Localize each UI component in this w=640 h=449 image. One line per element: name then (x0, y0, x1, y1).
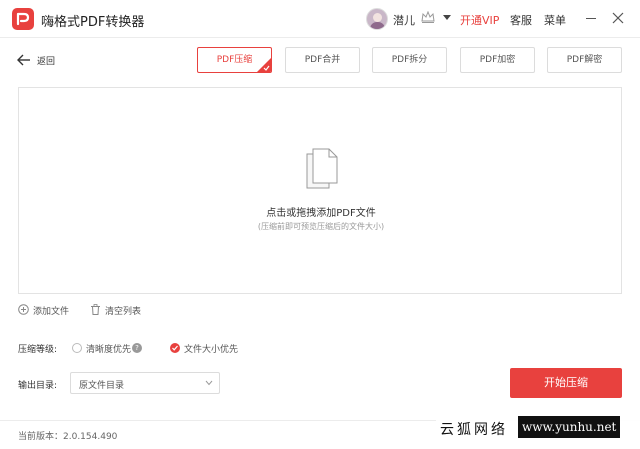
tab-pdf-merge[interactable]: PDF合并 (285, 47, 360, 73)
app-logo-icon (12, 8, 34, 30)
back-label: 返回 (37, 57, 56, 67)
drop-zone-subtitle: (压缩前即可预览压缩后的文件大小) (257, 222, 385, 231)
file-icon (306, 148, 338, 189)
clear-list-button[interactable]: 清空列表 (90, 303, 150, 317)
tab-pdf-decrypt[interactable]: PDF解密 (547, 47, 622, 73)
check-icon (263, 65, 270, 71)
tab-label: PDF压缩 (216, 55, 253, 65)
user-avatar[interactable] (366, 8, 388, 30)
trash-icon (91, 304, 100, 315)
tab-pdf-compress[interactable]: PDF压缩 (197, 47, 272, 73)
radio-clarity-label: 清晰度优先 (86, 345, 132, 355)
minimize-icon[interactable] (586, 18, 596, 19)
crown-icon (421, 10, 435, 26)
title-bar: 嗨格式PDF转换器 潜儿 开通VIP 客服 菜单 (0, 0, 640, 38)
tab-label: PDF解密 (566, 55, 603, 65)
clear-list-label: 清空列表 (105, 307, 142, 317)
help-icon[interactable]: ? (132, 343, 142, 353)
watermark: 云狐网络 www.yunhu.net (436, 415, 640, 441)
arrow-left-icon (17, 54, 30, 66)
check-icon (172, 345, 178, 351)
tab-pdf-encrypt[interactable]: PDF加密 (460, 47, 535, 73)
add-file-button[interactable]: 添加文件 (18, 303, 78, 317)
tab-label: PDF加密 (479, 55, 516, 65)
version-text: 当前版本：2.0.154.490 (18, 432, 118, 442)
open-vip-link[interactable]: 开通VIP (460, 12, 499, 28)
compression-level-label: 压缩等级: (18, 345, 58, 355)
close-icon[interactable] (612, 12, 624, 24)
watermark-text: 云狐网络 (440, 422, 508, 438)
radio-clarity-priority[interactable] (72, 343, 82, 353)
tab-label: PDF合并 (304, 55, 341, 65)
watermark-url: www.yunhu.net (518, 416, 621, 438)
customer-service-link[interactable]: 客服 (510, 12, 532, 28)
tab-pdf-split[interactable]: PDF拆分 (372, 47, 447, 73)
start-compress-button[interactable]: 开始压缩 (510, 368, 622, 398)
file-drop-zone[interactable]: 点击或拖拽添加PDF文件 (压缩前即可预览压缩后的文件大小) (18, 87, 622, 294)
add-file-label: 添加文件 (33, 307, 70, 317)
chevron-down-icon (205, 380, 213, 386)
username[interactable]: 潜儿 (393, 12, 415, 28)
radio-size-priority[interactable] (170, 343, 180, 353)
back-button[interactable]: 返回 (17, 53, 65, 67)
output-dir-select[interactable]: 原文件目录 (70, 372, 220, 394)
app-title: 嗨格式PDF转换器 (41, 15, 145, 30)
plus-circle-icon (18, 304, 29, 315)
drop-zone-title: 点击或拖拽添加PDF文件 (266, 208, 376, 219)
output-dir-value: 原文件目录 (79, 381, 125, 391)
user-menu-chevron-down-icon[interactable] (443, 15, 451, 20)
output-dir-label: 输出目录: (18, 381, 58, 391)
radio-size-label: 文件大小优先 (184, 345, 239, 355)
menu-link[interactable]: 菜单 (544, 12, 566, 28)
tab-label: PDF拆分 (391, 55, 428, 65)
